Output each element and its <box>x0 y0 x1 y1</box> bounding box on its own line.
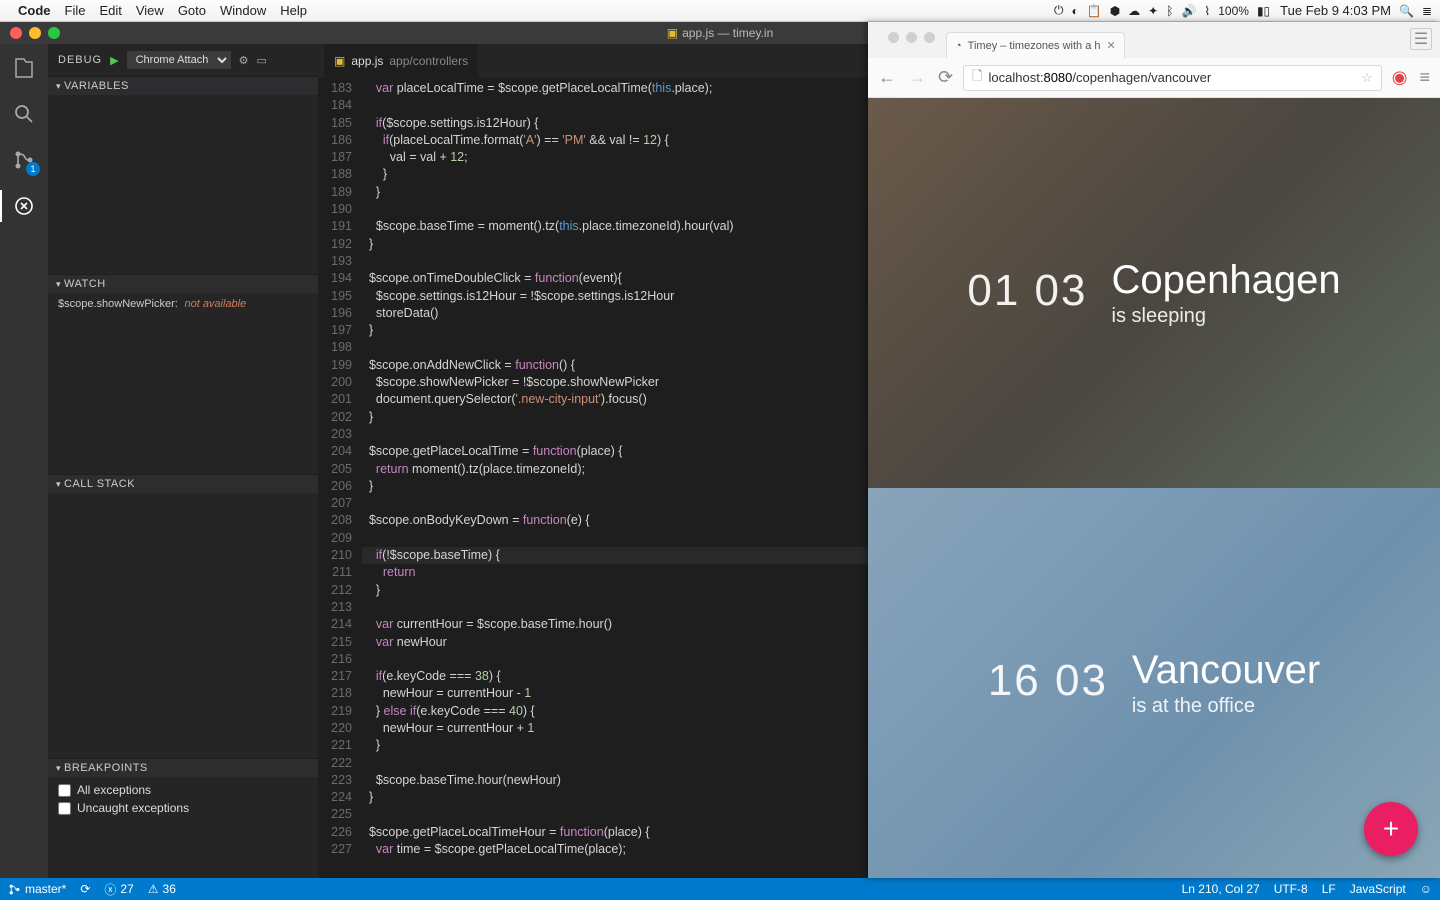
browser-window: ◔ Timey – timezones with a h ✕ ☰ ← → ⟳ 🗋… <box>868 22 1440 878</box>
scm-badge: 1 <box>26 162 40 176</box>
editor-tab[interactable]: ▣ app.js app/controllers <box>324 44 478 78</box>
debug-console-icon[interactable]: ▭ <box>256 54 266 67</box>
bluetooth-icon[interactable]: ᛒ <box>1166 4 1173 18</box>
macos-menubar: Code File Edit View Goto Window Help ⏻ ◐… <box>0 0 1440 22</box>
section-callstack[interactable]: CALL STACK <box>48 475 318 493</box>
zoom-window-button[interactable] <box>924 32 935 43</box>
tab-title: Timey – timezones with a h <box>968 40 1101 52</box>
watch-expression[interactable]: $scope.showNewPicker: <box>58 298 178 310</box>
activity-bar: 1 <box>0 44 48 878</box>
tab-filename: app.js <box>351 54 383 68</box>
status-branch[interactable]: master* <box>8 882 66 896</box>
battery-label: 100% <box>1218 4 1249 18</box>
wifi-icon[interactable]: ⌇ <box>1204 4 1210 18</box>
status-feedback-icon[interactable]: ☺ <box>1420 882 1432 896</box>
site-info-icon[interactable]: 🗋 <box>972 67 982 89</box>
status-sync[interactable]: ⟳ <box>80 882 90 896</box>
bp-all-exceptions-checkbox[interactable] <box>58 784 71 797</box>
statusitem-icon[interactable]: ☁ <box>1128 4 1140 18</box>
activity-debug[interactable] <box>10 192 38 220</box>
forward-button[interactable]: → <box>906 67 928 88</box>
close-tab-icon[interactable]: ✕ <box>1107 39 1116 52</box>
city-status: is at the office <box>1132 695 1320 718</box>
section-watch[interactable]: WATCH <box>48 275 318 293</box>
browser-tabstrip: ◔ Timey – timezones with a h ✕ ☰ <box>868 22 1440 58</box>
line-gutter: 183 184 185 186 187 188 189 190 191 192 … <box>318 78 362 878</box>
minimize-window-button[interactable] <box>906 32 917 43</box>
chrome-profile-button[interactable]: ☰ <box>1410 28 1432 50</box>
debug-settings-icon[interactable]: ⚙ <box>239 54 249 67</box>
city-time: 01 03 <box>967 266 1087 316</box>
bp-all-exceptions-label: All exceptions <box>77 783 151 797</box>
status-errors[interactable]: ⓧ 27 <box>104 881 133 898</box>
close-window-button[interactable] <box>888 32 899 43</box>
notification-center-icon[interactable]: ≣ <box>1422 4 1432 18</box>
app-name[interactable]: Code <box>18 3 51 18</box>
minimize-window-button[interactable] <box>29 27 41 39</box>
close-window-button[interactable] <box>10 27 22 39</box>
debug-config-select[interactable]: Chrome Attach <box>127 51 231 69</box>
activity-explorer[interactable] <box>10 54 38 82</box>
status-language[interactable]: JavaScript <box>1350 882 1406 896</box>
window-controls <box>0 27 60 39</box>
dropbox-icon[interactable]: ⬢ <box>1110 4 1120 18</box>
city-status: is sleeping <box>1112 305 1341 328</box>
file-js-icon: ▣ <box>334 54 345 68</box>
browser-toolbar: ← → ⟳ 🗋 localhost:8080/copenhagen/vancou… <box>868 58 1440 98</box>
menubar-clock[interactable]: Tue Feb 9 4:03 PM <box>1280 3 1391 18</box>
window-title: app.js — timey.in <box>682 26 773 40</box>
city-time: 16 03 <box>988 656 1108 706</box>
debug-sidebar: DEBUG ▶ Chrome Attach ⚙ ▭ VARIABLES WATC… <box>48 44 318 878</box>
status-warnings[interactable]: ⚠ 36 <box>148 882 176 896</box>
watch-value: not available <box>184 298 246 310</box>
bookmark-icon[interactable]: ☆ <box>1361 70 1373 86</box>
city-card-copenhagen[interactable]: 01 03 Copenhagen is sleeping <box>868 98 1440 488</box>
bp-uncaught-label: Uncaught exceptions <box>77 801 189 815</box>
spotlight-icon[interactable]: 🔍 <box>1399 4 1414 18</box>
menu-view[interactable]: View <box>136 3 164 18</box>
page-content: 01 03 Copenhagen is sleeping 16 03 Vanco… <box>868 98 1440 878</box>
address-bar[interactable]: 🗋 localhost:8080/copenhagen/vancouver ☆ <box>963 65 1382 91</box>
city-card-vancouver[interactable]: 16 03 Vancouver is at the office + <box>868 488 1440 878</box>
statusitem-icon[interactable]: ◐ <box>1071 4 1078 18</box>
back-button[interactable]: ← <box>876 67 898 88</box>
status-eol[interactable]: LF <box>1322 882 1336 896</box>
zoom-window-button[interactable] <box>48 27 60 39</box>
activity-scm[interactable]: 1 <box>10 146 38 174</box>
menu-help[interactable]: Help <box>280 3 307 18</box>
start-debug-button[interactable]: ▶ <box>110 54 118 67</box>
status-cursor[interactable]: Ln 210, Col 27 <box>1182 882 1260 896</box>
activity-search[interactable] <box>10 100 38 128</box>
file-js-icon: ▣ <box>667 26 678 40</box>
bp-uncaught-checkbox[interactable] <box>58 802 71 815</box>
status-bar: master* ⟳ ⓧ 27 ⚠ 36 Ln 210, Col 27 UTF-8… <box>0 878 1440 900</box>
status-encoding[interactable]: UTF-8 <box>1274 882 1308 896</box>
menu-window[interactable]: Window <box>220 3 266 18</box>
menu-file[interactable]: File <box>65 3 86 18</box>
favicon-icon: ◔ <box>955 40 962 52</box>
extension-icon[interactable]: ◉ <box>1390 67 1410 88</box>
menu-edit[interactable]: Edit <box>99 3 121 18</box>
evernote-icon[interactable]: 📋 <box>1087 4 1102 18</box>
city-name: Copenhagen <box>1112 258 1341 303</box>
section-breakpoints[interactable]: BREAKPOINTS <box>48 759 318 777</box>
menu-goto[interactable]: Goto <box>178 3 206 18</box>
debug-heading: DEBUG <box>58 54 102 66</box>
statusitem-icon[interactable]: ⏻ <box>1054 3 1064 18</box>
tab-path: app/controllers <box>389 54 468 68</box>
reload-button[interactable]: ⟳ <box>936 67 955 88</box>
statusitem-icon[interactable]: ✦ <box>1148 4 1158 18</box>
chrome-menu-icon[interactable]: ≡ <box>1417 67 1432 88</box>
city-name: Vancouver <box>1132 648 1320 693</box>
volume-icon[interactable]: 🔊 <box>1181 4 1196 18</box>
browser-tab[interactable]: ◔ Timey – timezones with a h ✕ <box>946 32 1125 58</box>
section-variables[interactable]: VARIABLES <box>48 77 318 95</box>
add-city-fab[interactable]: + <box>1364 802 1418 856</box>
battery-icon[interactable]: ▮▯ <box>1257 4 1270 18</box>
